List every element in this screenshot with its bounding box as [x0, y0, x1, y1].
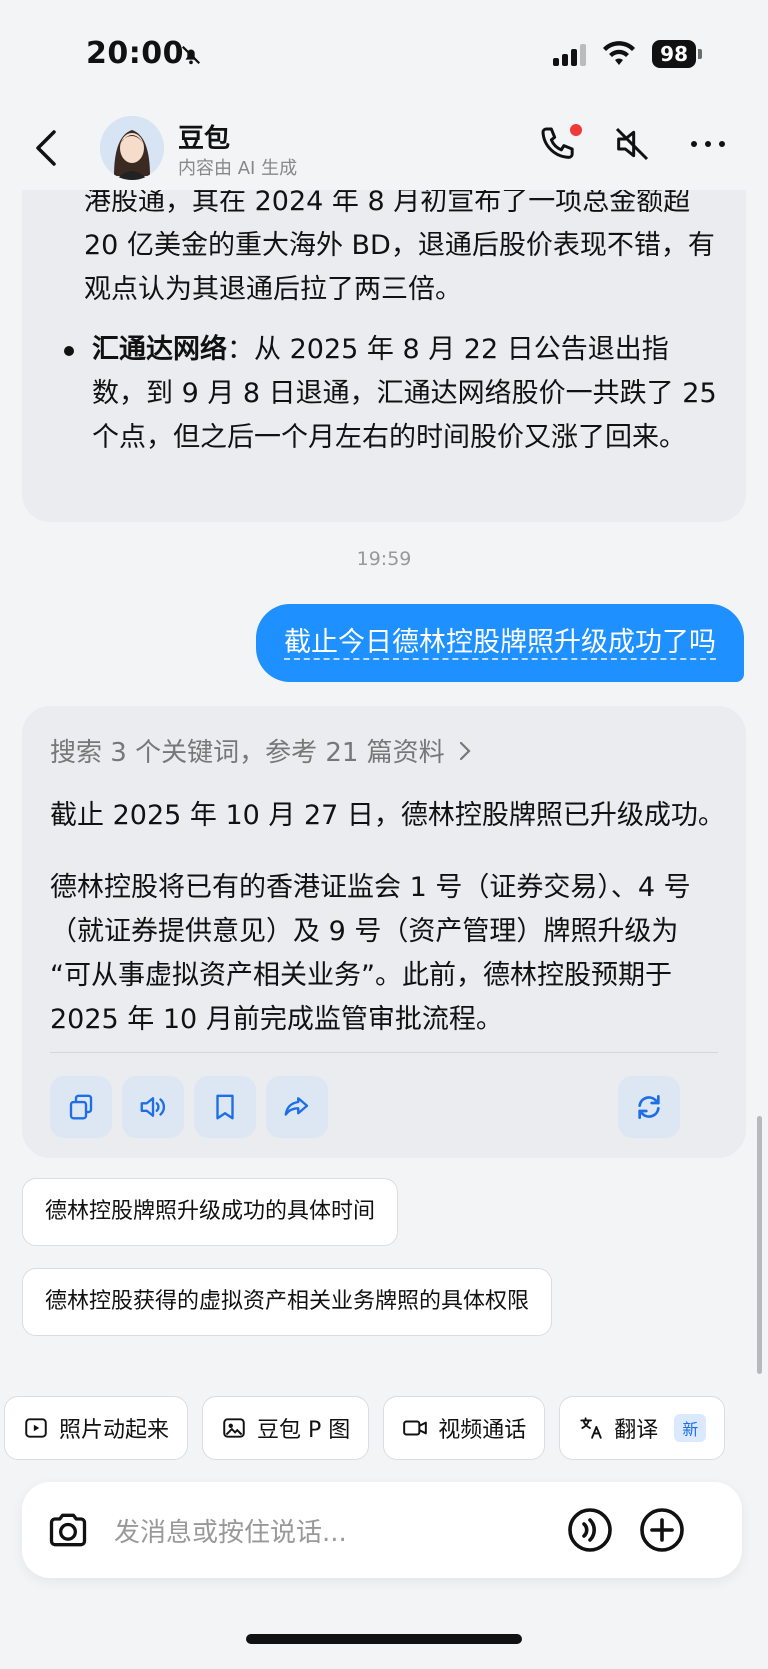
bot-name: 豆包	[178, 124, 231, 154]
bell-muted-icon	[181, 45, 201, 65]
search-summary-link[interactable]: 搜索 3 个关键词，参考 21 篇资料	[50, 732, 473, 769]
speaker-icon	[140, 1097, 165, 1117]
previous-answer-text: 港股通，其在 2024 年 8 月初宣布了一项总金额超 20 亿美金的重大海外 …	[84, 186, 715, 305]
copy-button[interactable]	[50, 1076, 112, 1138]
image-edit-icon	[223, 1418, 245, 1438]
plus-icon[interactable]	[638, 1506, 686, 1554]
back-icon[interactable]	[28, 126, 68, 170]
search-summary-text: 搜索 3 个关键词，参考 21 篇资料	[50, 738, 445, 768]
chat-header: 豆包 内容由 AI 生成	[0, 110, 768, 190]
chip-animate-photo[interactable]: 照片动起来	[4, 1396, 189, 1460]
chip-label: 视频通话	[438, 1418, 527, 1443]
previous-answer-card: 港股通，其在 2024 年 8 月初宣布了一项总金额超 20 亿美金的重大海外 …	[22, 150, 746, 522]
chip-label: 豆包 P 图	[257, 1418, 351, 1443]
camera-icon[interactable]	[46, 1508, 90, 1552]
status-bar: 20:00 98	[0, 0, 768, 110]
regenerate-button[interactable]	[618, 1076, 680, 1138]
battery-indicator: 98	[652, 40, 702, 68]
bullet-title: 汇通达网络	[92, 334, 227, 365]
answer-paragraph: 德林控股将已有的香港证监会 1 号（证券交易）、4 号（就证券提供意见）及 9 …	[50, 872, 691, 1035]
user-message-text: 截止今日德林控股牌照升级成功了吗	[284, 627, 716, 660]
answer-paragraph: 截止 2025 年 10 月 27 日，德林控股牌照已升级成功。	[50, 800, 725, 831]
user-message-bubble[interactable]: 截止今日德林控股牌照升级成功了吗	[256, 604, 744, 682]
share-icon	[284, 1097, 309, 1116]
divider	[50, 1052, 718, 1053]
voice-call-button[interactable]	[538, 124, 582, 168]
speaker-mute-button[interactable]	[612, 124, 656, 168]
suggested-question[interactable]: 德林控股获得的虚拟资产相关业务牌照的具体权限	[22, 1268, 553, 1336]
list-item: 汇通达网络：从 2025 年 8 月 22 日公告退出指数，到 9 月 8 日退…	[56, 328, 736, 460]
scrollbar[interactable]	[757, 1116, 762, 1374]
status-time: 20:00	[86, 36, 184, 71]
play-icon	[25, 1418, 47, 1438]
avatar[interactable]	[100, 116, 164, 180]
translate-icon	[580, 1417, 602, 1439]
copy-icon	[69, 1094, 93, 1120]
more-dots-icon	[691, 141, 725, 147]
read-aloud-button[interactable]	[122, 1076, 184, 1138]
new-badge: 新	[674, 1414, 707, 1442]
message-input-bar: 发消息或按住说话...	[22, 1482, 742, 1578]
quick-action-chips: 照片动起来 豆包 P 图 视频通话 翻译 新	[4, 1396, 726, 1460]
chip-label: 照片动起来	[59, 1418, 170, 1443]
suggested-question[interactable]: 德林控股牌照升级成功的具体时间	[22, 1178, 399, 1246]
home-indicator[interactable]	[246, 1634, 522, 1644]
refresh-icon	[638, 1095, 660, 1119]
bookmark-icon	[216, 1094, 234, 1120]
message-timestamp: 19:59	[356, 548, 412, 570]
ai-answer-card: 搜索 3 个关键词，参考 21 篇资料 截止 2025 年 10 月 27 日，…	[22, 706, 746, 1158]
share-button[interactable]	[266, 1076, 328, 1138]
video-camera-icon	[403, 1420, 428, 1436]
cellular-signal-icon	[553, 42, 587, 66]
notification-dot	[570, 124, 582, 136]
ai-disclaimer: 内容由 AI 生成	[178, 158, 298, 179]
bullet-dot	[64, 346, 74, 356]
wifi-icon	[603, 41, 636, 65]
more-button[interactable]	[688, 124, 732, 168]
chevron-right-icon	[459, 741, 471, 760]
message-input[interactable]: 发消息或按住说话...	[114, 1512, 347, 1549]
chip-label: 翻译	[614, 1418, 659, 1443]
chip-video-call[interactable]: 视频通话	[383, 1396, 546, 1460]
chip-translate[interactable]: 翻译 新	[559, 1396, 726, 1460]
voice-wave-icon[interactable]	[566, 1506, 614, 1554]
speaker-muted-icon	[615, 127, 649, 161]
chip-photo-edit[interactable]: 豆包 P 图	[202, 1396, 370, 1460]
bookmark-button[interactable]	[194, 1076, 256, 1138]
